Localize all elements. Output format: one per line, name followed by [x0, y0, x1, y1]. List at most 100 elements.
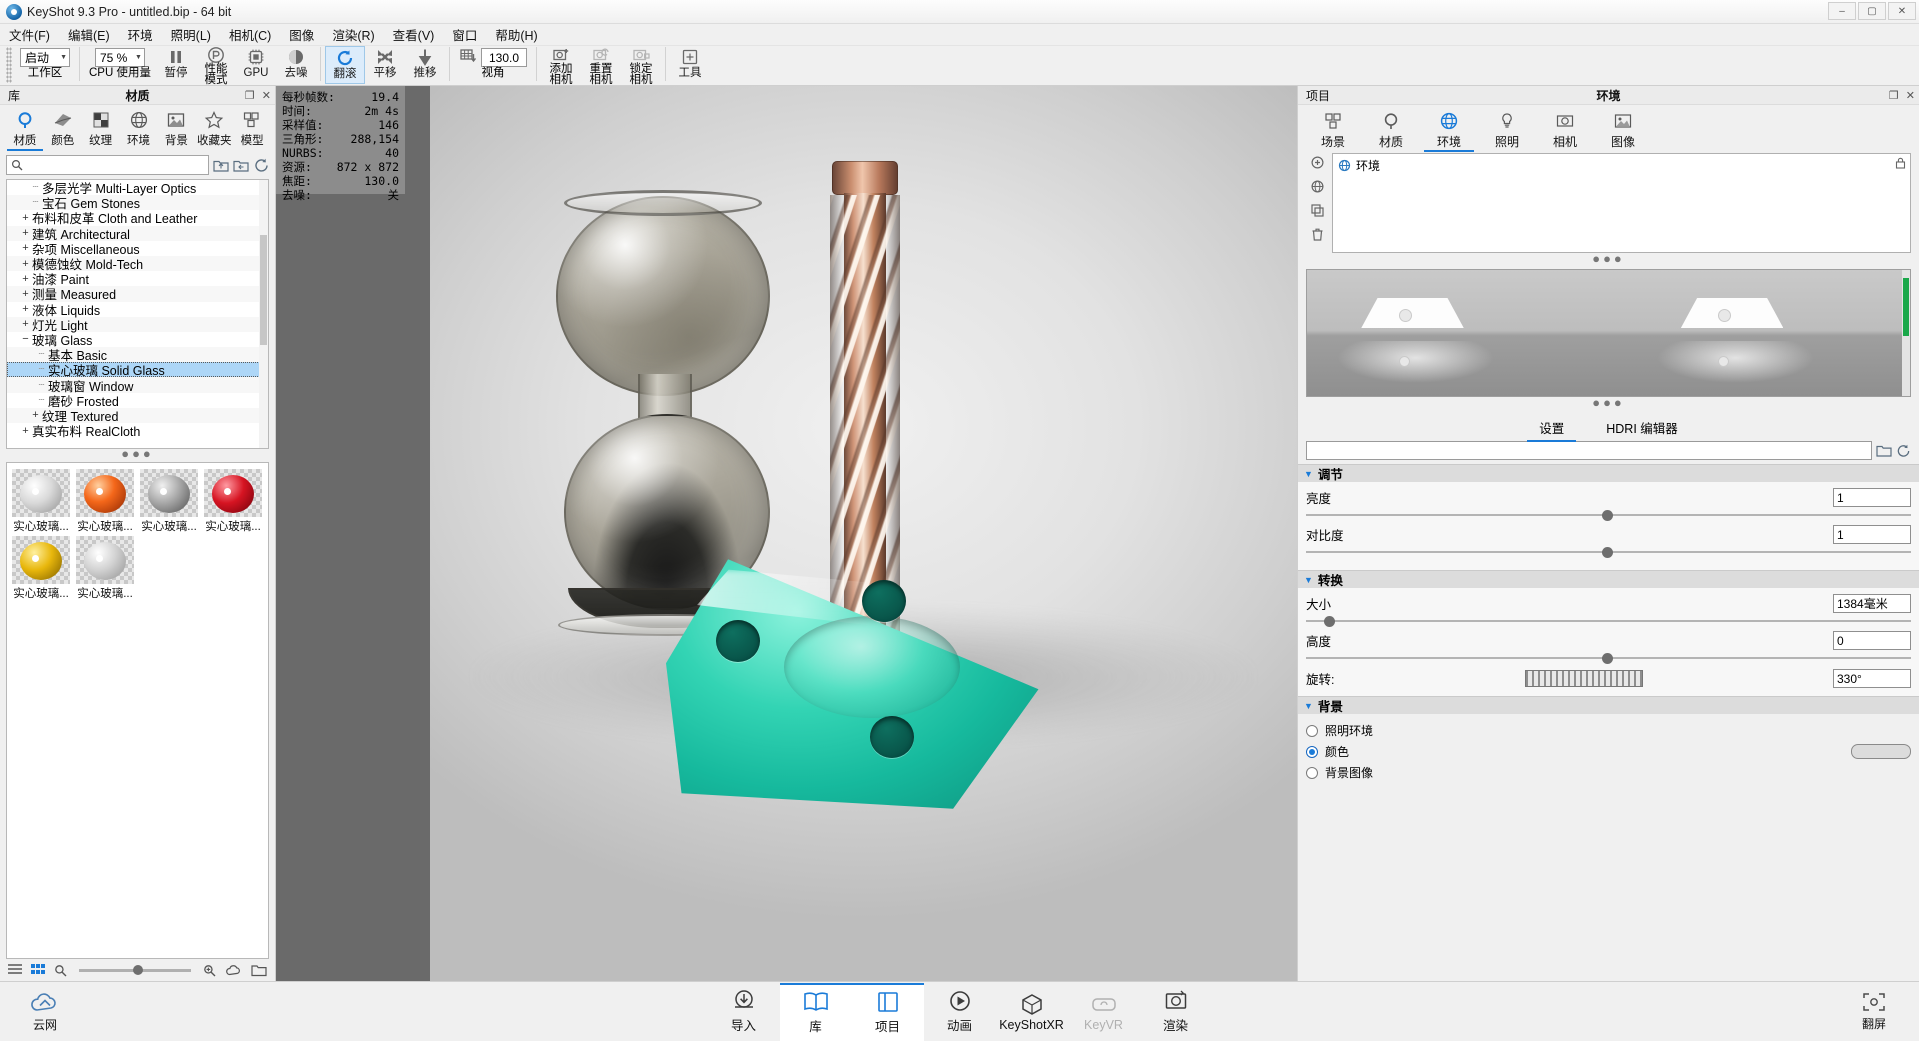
close-button[interactable]: ✕: [1888, 2, 1916, 20]
tab-scene[interactable]: 场景: [1306, 109, 1360, 150]
hdri-scroll-thumb[interactable]: [1903, 278, 1909, 336]
tree-scrollbar[interactable]: [259, 180, 268, 448]
import-button[interactable]: 导入: [708, 983, 780, 1041]
background-option-color[interactable]: 颜色: [1306, 743, 1911, 760]
tab-environment[interactable]: 环境: [1422, 109, 1476, 152]
collapse-icon[interactable]: −: [19, 333, 32, 345]
environment-list[interactable]: 环境: [1332, 153, 1911, 253]
search-input[interactable]: [27, 157, 204, 173]
library-tab-environments[interactable]: 环境: [120, 108, 158, 148]
lock-camera-button[interactable]: 锁定 相机: [621, 46, 661, 86]
tab-materials[interactable]: 材质: [1364, 109, 1418, 150]
material-thumbnail-grid[interactable]: 实心玻璃... 实心玻璃... 实心玻璃... 实心玻璃... 实心玻璃... …: [6, 462, 269, 959]
environment-file-input[interactable]: [1306, 441, 1872, 460]
restore-icon[interactable]: ❐: [1889, 89, 1899, 102]
tab-lighting[interactable]: 照明: [1480, 109, 1534, 150]
globe-icon[interactable]: [1310, 179, 1325, 194]
menu-environment[interactable]: 环境: [119, 23, 162, 46]
brightness-slider[interactable]: [1306, 509, 1911, 521]
tree-row[interactable]: − 玻璃 Glass: [7, 332, 268, 348]
menu-render[interactable]: 渲染(R): [323, 23, 383, 46]
rotation-dial[interactable]: [1524, 670, 1643, 687]
expand-icon[interactable]: +: [19, 318, 32, 330]
refresh-icon[interactable]: [253, 157, 269, 173]
radio-button[interactable]: [1306, 724, 1318, 737]
minimize-button[interactable]: –: [1828, 2, 1856, 20]
library-tab-textures[interactable]: 纹理: [82, 108, 120, 148]
background-option-lighting[interactable]: 照明环境: [1306, 722, 1911, 739]
material-thumbnail[interactable]: 实心玻璃...: [11, 469, 71, 534]
add-folder-icon[interactable]: [233, 157, 249, 173]
fov-value[interactable]: 130.0: [480, 48, 527, 67]
library-button[interactable]: 库: [779, 982, 852, 1041]
gpu-button[interactable]: GPU: [236, 46, 276, 84]
fullscreen-button[interactable]: 翻屏: [1829, 991, 1919, 1032]
background-option-image[interactable]: 背景图像: [1306, 764, 1911, 781]
expand-icon[interactable]: +: [19, 227, 32, 239]
color-swatch[interactable]: [1851, 744, 1911, 759]
contrast-input[interactable]: 1: [1833, 525, 1911, 544]
tools-button[interactable]: 工具: [670, 46, 710, 84]
expand-icon[interactable]: +: [19, 288, 32, 300]
menu-edit[interactable]: 编辑(E): [59, 23, 119, 46]
tab-settings[interactable]: 设置: [1527, 416, 1577, 442]
workspace-combo[interactable]: 启动 ▼: [20, 48, 70, 67]
toolbar-grip[interactable]: [6, 47, 12, 83]
folder-icon[interactable]: [251, 964, 267, 977]
workspace-selector[interactable]: 启动 ▼ 工作区: [15, 46, 75, 84]
tree-row[interactable]: + 真实布料 RealCloth: [7, 423, 268, 440]
menu-window[interactable]: 窗口: [443, 23, 486, 46]
material-thumbnail[interactable]: 实心玻璃...: [139, 469, 199, 534]
pan-button[interactable]: 平移: [365, 46, 405, 84]
dolly-button[interactable]: 推移: [405, 46, 445, 84]
material-tree[interactable]: ┄ 多层光学 Multi-Layer Optics ┄ 宝石 Gem Stone…: [6, 179, 269, 449]
expand-icon[interactable]: +: [19, 212, 32, 224]
keyvr-button[interactable]: KeyVR: [1068, 983, 1140, 1041]
maximize-button[interactable]: ▢: [1858, 2, 1886, 20]
environment-list-item[interactable]: 环境: [1333, 154, 1910, 177]
expand-icon[interactable]: +: [19, 303, 32, 315]
library-tab-favorites[interactable]: 收藏夹: [195, 108, 233, 148]
cloud-library-button[interactable]: 云网: [0, 991, 90, 1033]
size-input[interactable]: 1384毫米: [1833, 594, 1911, 613]
hdri-preview[interactable]: [1306, 269, 1911, 397]
zoom-slider[interactable]: [79, 964, 191, 975]
radio-button-selected[interactable]: [1306, 745, 1318, 758]
library-tab-left[interactable]: 库: [0, 87, 28, 104]
grid-view-icon[interactable]: [31, 964, 45, 976]
expand-icon[interactable]: +: [19, 242, 32, 254]
panel-splitter-handle[interactable]: ●●●: [1298, 252, 1919, 267]
add-camera-button[interactable]: 添加 相机: [541, 46, 581, 86]
menu-lighting[interactable]: 照明(L): [162, 23, 220, 46]
tree-row-selected[interactable]: ┄ 实心玻璃 Solid Glass: [7, 362, 268, 378]
search-small-icon[interactable]: [54, 964, 67, 977]
project-button[interactable]: 项目: [851, 982, 924, 1041]
panel-splitter-handle-2[interactable]: ●●●: [1298, 396, 1919, 411]
menu-view[interactable]: 查看(V): [384, 23, 444, 46]
restore-icon[interactable]: ❐: [245, 89, 255, 102]
add-environment-icon[interactable]: [1310, 155, 1325, 170]
keyshotxr-button[interactable]: KeyShotXR: [996, 983, 1068, 1041]
section-header-adjust[interactable]: ▼ 调节: [1298, 464, 1919, 482]
close-icon[interactable]: ✕: [262, 89, 271, 102]
list-view-icon[interactable]: [8, 964, 22, 976]
folder-icon[interactable]: [1876, 444, 1892, 458]
library-tab-materials[interactable]: 材质: [6, 108, 44, 151]
height-slider[interactable]: [1306, 652, 1911, 664]
cpu-usage-selector[interactable]: 75 % ▼ CPU 使用量: [84, 46, 156, 84]
hdri-scrollbar[interactable]: [1902, 270, 1910, 396]
duplicate-icon[interactable]: [1310, 203, 1325, 218]
trash-icon[interactable]: [1310, 227, 1325, 242]
search-box[interactable]: [6, 155, 209, 175]
denoise-button[interactable]: 去噪: [276, 46, 316, 84]
tab-camera[interactable]: 相机: [1538, 109, 1592, 150]
performance-mode-button[interactable]: 性能 模式: [196, 46, 236, 86]
cloud-icon[interactable]: [225, 964, 242, 977]
library-tab-backgrounds[interactable]: 背景: [157, 108, 195, 148]
zoom-in-icon[interactable]: [203, 964, 216, 977]
zoom-slider-knob[interactable]: [132, 964, 143, 975]
tree-row[interactable]: ┄ 玻璃窗 Window: [7, 377, 268, 394]
library-tab-models[interactable]: 模型: [233, 108, 271, 148]
menu-camera[interactable]: 相机(C): [220, 23, 280, 46]
menu-image[interactable]: 图像: [280, 23, 323, 46]
